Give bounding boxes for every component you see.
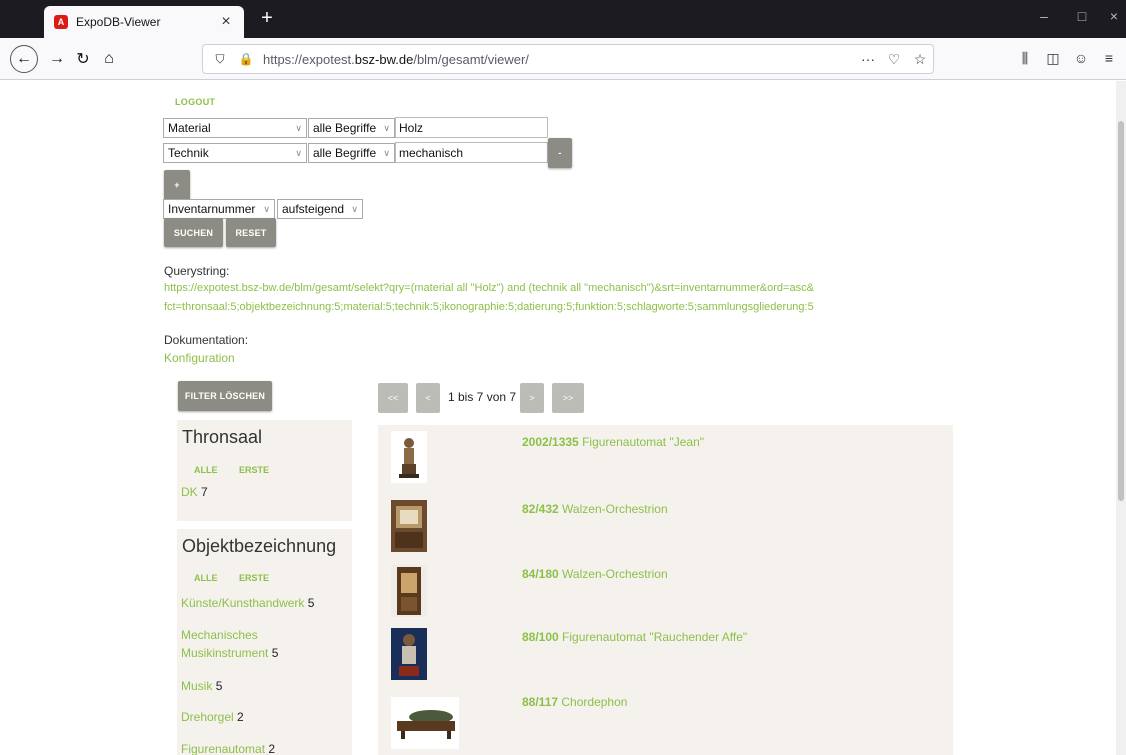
close-window-icon[interactable]: ×	[1104, 8, 1124, 24]
search-button[interactable]: SUCHEN	[164, 218, 223, 247]
reset-button[interactable]: RESET	[226, 218, 276, 247]
remove-row-button[interactable]: -	[548, 138, 572, 168]
result-title[interactable]: 82/432 Walzen-Orchestrion	[522, 502, 668, 516]
result-title[interactable]: 88/117 Chordephon	[522, 695, 627, 709]
url-bar[interactable]: ⛉ 🔒 https://expotest.bsz-bw.de/blm/gesam…	[202, 44, 934, 74]
page-content: LOGOUT Material∨ alle Begriffe∨ Technik∨…	[0, 81, 1116, 755]
mode-select-2[interactable]: alle Begriffe ∨	[308, 143, 395, 163]
facet-item[interactable]: Mechanisches Musikinstrument 5	[181, 626, 301, 662]
facet-all-link[interactable]: ALLE	[194, 573, 218, 583]
facet-title: Thronsaal	[182, 427, 263, 447]
facet-all-link[interactable]: ALLE	[194, 465, 218, 475]
sort-order-select[interactable]: aufsteigend ∨	[277, 199, 363, 219]
chevron-down-icon: ∨	[295, 123, 302, 133]
result-thumbnail[interactable]	[391, 628, 427, 680]
browser-tab[interactable]: A ExpoDB-Viewer ×	[44, 6, 244, 38]
field-select-1[interactable]: Material ∨	[163, 118, 307, 138]
facet-item[interactable]: DK 7	[181, 483, 351, 501]
account-icon[interactable]: ☺	[1070, 50, 1092, 66]
add-row-button[interactable]: +	[164, 170, 190, 200]
home-icon[interactable]: ⌂	[96, 46, 122, 72]
result-row[interactable]: 82/432 Walzen-Orchestrion	[378, 490, 953, 555]
menu-icon[interactable]: ≡	[1098, 50, 1120, 66]
maximize-icon[interactable]: □	[1072, 8, 1092, 24]
result-row[interactable]: 88/117 Chordephon	[378, 685, 953, 750]
chevron-down-icon: ∨	[383, 123, 390, 133]
bookmark-star-icon[interactable]: ☆	[907, 51, 933, 68]
field-select-2[interactable]: Technik ∨	[163, 143, 307, 163]
shield-icon[interactable]: ⛉	[211, 52, 229, 67]
facet-item[interactable]: Künste/Kunsthandwerk 5	[181, 594, 351, 612]
chevron-down-icon: ∨	[295, 148, 302, 158]
facet-first-link[interactable]: ERSTE	[239, 465, 269, 475]
pager-first-button[interactable]: <<	[378, 383, 408, 413]
tab-close-icon[interactable]: ×	[216, 13, 236, 31]
facet-objektbezeichnung: Objektbezeichnung ALLE ERSTE Künste/Kuns…	[177, 529, 352, 755]
minimize-icon[interactable]: –	[1034, 8, 1054, 24]
pager-next-button[interactable]: >	[520, 383, 544, 413]
page-scrollbar[interactable]	[1116, 81, 1126, 755]
result-title[interactable]: 88/100 Figurenautomat "Rauchender Affe"	[522, 630, 747, 644]
back-icon[interactable]: ←	[10, 45, 38, 73]
result-thumbnail[interactable]	[391, 431, 427, 483]
value-input-2[interactable]	[395, 142, 548, 163]
pocket-icon[interactable]: ♡	[881, 51, 907, 68]
mode-select-1[interactable]: alle Begriffe ∨	[308, 118, 395, 138]
result-thumbnail[interactable]	[391, 500, 427, 552]
facet-item[interactable]: Figurenautomat 2	[181, 740, 351, 755]
pager-label: 1 bis 7 von 7	[448, 390, 517, 404]
value-input-1[interactable]	[395, 117, 548, 138]
result-thumbnail[interactable]	[391, 697, 459, 749]
facet-item[interactable]: Musik 5	[181, 677, 351, 695]
facet-item[interactable]: Drehorgel 2	[181, 708, 351, 726]
lock-icon[interactable]: 🔒	[237, 52, 255, 66]
querystring-link-line1[interactable]: https://expotest.bsz-bw.de/blm/gesamt/se…	[164, 282, 814, 294]
chevron-down-icon: ∨	[263, 204, 270, 214]
new-tab-icon[interactable]: +	[254, 6, 280, 32]
querystring-link-line2[interactable]: fct=thronsaal:5;objektbezeichnung:5;mate…	[164, 301, 814, 313]
browser-navbar: ← → ↻ ⌂ ⛉ 🔒 https://expotest.bsz-bw.de/b…	[0, 38, 1126, 80]
sort-field-select[interactable]: Inventarnummer ∨	[163, 199, 275, 219]
filter-clear-button[interactable]: FILTER LÖSCHEN	[178, 381, 272, 411]
result-row[interactable]: 88/100 Figurenautomat "Rauchender Affe"	[378, 620, 953, 685]
browser-titlebar: A ExpoDB-Viewer × + – □ ×	[0, 0, 1126, 38]
querystring-label: Querystring:	[164, 264, 230, 278]
documentation-label: Dokumentation:	[164, 333, 249, 347]
logout-link[interactable]: LOGOUT	[175, 97, 215, 107]
result-title[interactable]: 84/180 Walzen-Orchestrion	[522, 567, 668, 581]
url-text[interactable]: https://expotest.bsz-bw.de/blm/gesamt/vi…	[263, 52, 855, 67]
pager-prev-button[interactable]: <	[416, 383, 440, 413]
forward-icon[interactable]: →	[44, 46, 70, 72]
library-icon[interactable]: ⫼	[1014, 50, 1036, 67]
chevron-down-icon: ∨	[351, 204, 358, 214]
chevron-down-icon: ∨	[383, 148, 390, 158]
reload-icon[interactable]: ↻	[70, 46, 96, 72]
results-list: 2002/1335 Figurenautomat "Jean" 82/432 W…	[378, 425, 953, 755]
sidebar-icon[interactable]: ◫	[1042, 50, 1064, 67]
pager-last-button[interactable]: >>	[552, 383, 584, 413]
facet-title: Objektbezeichnung	[182, 536, 337, 556]
tab-title: ExpoDB-Viewer	[76, 15, 161, 29]
result-title[interactable]: 2002/1335 Figurenautomat "Jean"	[522, 435, 704, 449]
scrollbar-thumb[interactable]	[1118, 121, 1124, 501]
result-row[interactable]: 84/180 Walzen-Orchestrion	[378, 555, 953, 620]
angular-favicon-icon: A	[54, 15, 68, 29]
more-actions-icon[interactable]: ···	[855, 51, 881, 67]
facet-first-link[interactable]: ERSTE	[239, 573, 269, 583]
facet-thronsaal: Thronsaal ALLE ERSTE DK 7	[177, 420, 352, 521]
result-row[interactable]: 2002/1335 Figurenautomat "Jean"	[378, 425, 953, 490]
configuration-link[interactable]: Konfiguration	[164, 351, 235, 365]
result-thumbnail[interactable]	[391, 565, 427, 617]
